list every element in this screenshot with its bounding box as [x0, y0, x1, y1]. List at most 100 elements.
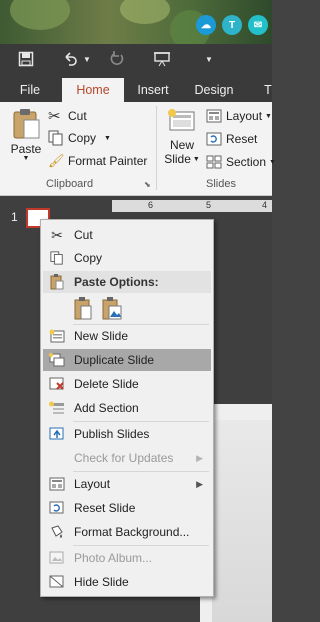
- copy-icon: [48, 130, 63, 146]
- menu-item-publish-slides[interactable]: Publish Slides: [43, 423, 211, 445]
- paste-label: Paste: [10, 142, 42, 156]
- section-dropdown-icon: ▼: [269, 158, 276, 166]
- format-painter-button[interactable]: 🖌 Format Painter: [48, 151, 147, 171]
- format-painter-icon: 🖌: [48, 153, 65, 168]
- menu-separator: [73, 471, 209, 472]
- menu-item-copy[interactable]: Copy: [43, 247, 211, 269]
- menu-separator: [73, 545, 209, 546]
- quick-access-toolbar: ▼ ▼: [0, 44, 272, 74]
- menu-item-delete-slide[interactable]: Delete Slide: [43, 373, 211, 395]
- group-separator: [156, 106, 157, 190]
- menu-item-reset-slide[interactable]: Reset Slide: [43, 497, 211, 519]
- cloud-icon[interactable]: ☁: [196, 15, 216, 35]
- paste-options-header: Paste Options:: [43, 271, 211, 293]
- menu-item-label: Cut: [74, 228, 93, 242]
- new-slide-icon: [43, 325, 71, 347]
- paste-icon: [13, 109, 40, 139]
- menu-item-duplicate-slide[interactable]: Duplicate Slide: [43, 349, 211, 371]
- copy-icon: [43, 247, 71, 269]
- reset-icon: [206, 132, 222, 146]
- format-painter-label: Format Painter: [68, 154, 148, 168]
- menu-item-label: Layout: [74, 477, 111, 491]
- menu-item-label: Add Section: [74, 401, 139, 415]
- tab-home[interactable]: Home: [62, 78, 124, 102]
- present-from-start-icon[interactable]: [150, 48, 174, 70]
- ribbon-tabs: File Home Insert Design T: [0, 74, 272, 102]
- paste-as-picture-icon: [102, 297, 122, 320]
- menu-separator: [73, 421, 209, 422]
- new-slide-label-2: Slide: [164, 152, 191, 166]
- hide-slide-icon: [43, 571, 71, 593]
- layout-icon: [206, 109, 222, 123]
- menu-item-label: Format Background...: [74, 525, 190, 539]
- copy-dropdown-icon: ▼: [104, 134, 111, 142]
- menu-item-label: Check for Updates: [74, 451, 174, 465]
- menu-item-label: New Slide: [74, 329, 129, 343]
- new-slide-icon: [168, 109, 195, 131]
- menu-item-label: Publish Slides: [74, 427, 150, 441]
- teams-icon[interactable]: T: [222, 15, 242, 35]
- menu-item-check-for-updates[interactable]: Check for Updates ▶: [43, 447, 211, 469]
- paste-dropdown-icon: ▼: [22, 155, 30, 162]
- menu-item-layout[interactable]: Layout ▶: [43, 473, 211, 495]
- submenu-arrow-icon: ▶: [196, 452, 203, 463]
- tab-insert[interactable]: Insert: [130, 78, 176, 102]
- menu-item-cut[interactable]: ✂ Cut: [43, 224, 211, 246]
- clipboard-launcher-icon[interactable]: ⬊: [144, 180, 151, 189]
- copy-button[interactable]: Copy ▼: [48, 128, 111, 148]
- scissors-icon: ✂: [51, 226, 63, 243]
- customize-qat-icon[interactable]: ▼: [202, 48, 216, 70]
- thumbnail-number: 1: [11, 210, 18, 224]
- tab-file[interactable]: File: [10, 78, 50, 102]
- layout-button[interactable]: Layout ▼: [206, 106, 272, 126]
- paste-icon: [43, 274, 71, 290]
- paste-use-destination-icon: [74, 297, 92, 320]
- menu-item-photo-album[interactable]: Photo Album...: [43, 547, 211, 569]
- new-slide-dropdown-icon: ▼: [192, 155, 200, 163]
- undo-icon[interactable]: [58, 48, 82, 70]
- menu-item-label: Delete Slide: [74, 377, 139, 391]
- menu-item-hide-slide[interactable]: Hide Slide: [43, 571, 211, 593]
- horizontal-ruler[interactable]: 6 5 4: [112, 200, 272, 212]
- section-label: Section: [226, 155, 267, 169]
- section-icon: [206, 155, 222, 169]
- paste-button[interactable]: Paste ▼: [6, 108, 46, 168]
- layout-dropdown-icon: ▼: [265, 112, 272, 120]
- chat-icon[interactable]: ✉: [248, 15, 268, 35]
- undo-dropdown-icon[interactable]: ▼: [82, 48, 92, 70]
- cut-label: Cut: [68, 109, 87, 123]
- reset-slide-icon: [43, 497, 71, 519]
- scissors-icon: ✂: [48, 108, 61, 125]
- menu-item-format-background[interactable]: Format Background...: [43, 521, 211, 543]
- menu-item-label: Copy: [74, 251, 103, 265]
- blank-icon: [43, 447, 71, 469]
- slide-photo[interactable]: [212, 420, 272, 622]
- redo-icon[interactable]: [106, 48, 128, 70]
- desktop-background: ☁ T ✉: [0, 0, 272, 44]
- save-icon[interactable]: [14, 48, 38, 70]
- cut-button[interactable]: ✂ Cut: [48, 106, 87, 126]
- tab-transitions[interactable]: T: [258, 78, 278, 102]
- copy-label: Copy: [68, 131, 97, 145]
- ruler-mark: 5: [206, 200, 212, 210]
- ribbon-home: Paste ▼ ✂ Cut Copy ▼ 🖌 Format Painter Cl…: [0, 102, 276, 196]
- publish-slides-icon: [43, 423, 71, 445]
- delete-slide-icon: [43, 373, 71, 395]
- paste-options-label: Paste Options:: [74, 275, 159, 289]
- menu-item-label: Reset Slide: [74, 501, 136, 515]
- format-background-icon: [43, 521, 71, 543]
- menu-item-label: Photo Album...: [74, 551, 153, 565]
- section-button[interactable]: Section ▼: [206, 152, 276, 172]
- add-section-icon: [43, 397, 71, 419]
- new-slide-button[interactable]: New Slide ▼: [162, 108, 202, 172]
- reset-button[interactable]: Reset: [206, 129, 257, 149]
- menu-item-new-slide[interactable]: New Slide: [43, 325, 211, 347]
- paste-keep-source-button[interactable]: [71, 296, 95, 322]
- menu-item-add-section[interactable]: Add Section: [43, 397, 211, 419]
- paste-picture-button[interactable]: [99, 296, 125, 322]
- tab-design[interactable]: Design: [186, 78, 242, 102]
- submenu-arrow-icon: ▶: [196, 478, 203, 489]
- menu-item-label: Hide Slide: [74, 575, 129, 589]
- duplicate-slide-icon: [43, 349, 71, 371]
- new-slide-label-wrap: Slide ▼: [164, 152, 200, 166]
